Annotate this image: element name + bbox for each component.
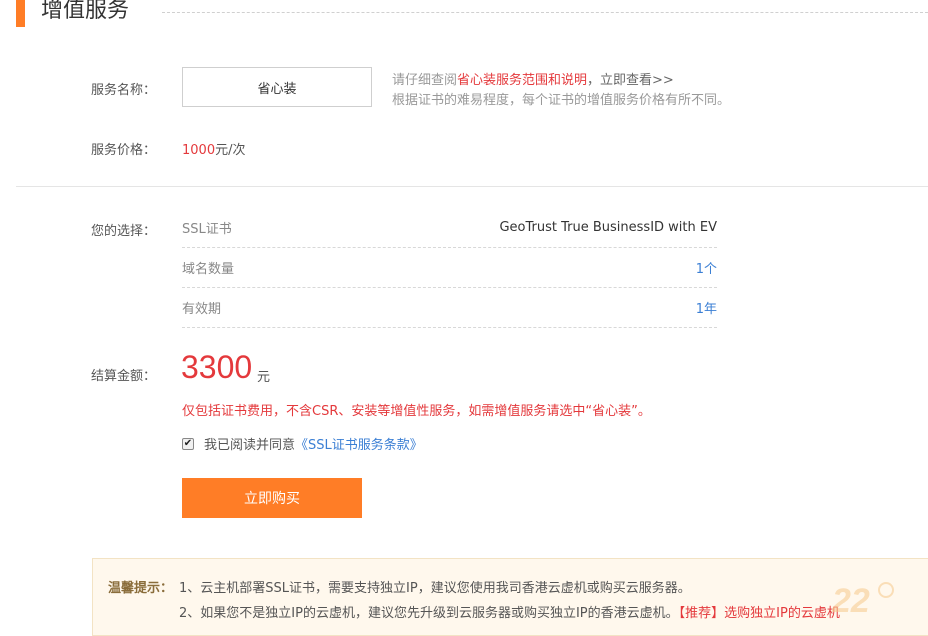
total-label: 结算金额： bbox=[91, 369, 157, 384]
price-warning: 仅包括证书费用，不含CSR、安装等增值性服务，如需增值服务请选中“省心装”。 bbox=[182, 404, 651, 419]
service-scope-link[interactable]: 省心装服务范围和说明 bbox=[457, 73, 587, 88]
selection-value: GeoTrust True BusinessID with EV bbox=[499, 220, 717, 235]
service-name-label: 服务名称： bbox=[91, 83, 157, 98]
selection-key: SSL证书 bbox=[182, 222, 232, 237]
selection-row: SSL证书 GeoTrust True BusinessID with EV bbox=[182, 208, 717, 248]
tips-box: 温馨提示： 1、云主机部署SSL证书，需要支持独立IP，建议您使用我司香港云虚机… bbox=[92, 558, 928, 636]
section-accent-bar bbox=[16, 0, 25, 27]
agreement-text: 我已阅读并同意 bbox=[204, 438, 296, 453]
section-divider bbox=[162, 12, 928, 13]
service-info-prefix: 请仔细查阅 bbox=[392, 73, 458, 88]
selection-key: 域名数量 bbox=[182, 262, 235, 277]
buy-now-button[interactable]: 立即购买 bbox=[182, 478, 362, 518]
service-price-unit: 元/次 bbox=[215, 143, 246, 158]
agreement-checkbox[interactable]: ✔ bbox=[182, 437, 194, 450]
recommend-tag: 【推荐】 bbox=[678, 606, 725, 621]
section-header: 增值服务 bbox=[16, 0, 928, 28]
section-divider-line bbox=[16, 186, 928, 187]
selection-value: 1个 bbox=[695, 262, 717, 277]
selection-value: 1年 bbox=[695, 302, 717, 317]
selection-key: 有效期 bbox=[182, 302, 222, 317]
selection-table: SSL证书 GeoTrust True BusinessID with EV 域… bbox=[182, 208, 717, 328]
agreement-row: ✔ 我已阅读并同意 《SSL证书服务条款》 bbox=[182, 434, 423, 453]
service-info-line-1: 请仔细查阅省心装服务范围和说明，立即查看>> bbox=[392, 69, 674, 88]
tip-line-2-text: 2、如果您不是独立IP的云虚机，建议您先升级到云服务器或购买独立IP的香港云虚机… bbox=[179, 606, 679, 621]
total-unit: 元 bbox=[257, 370, 271, 385]
checkbox-checked-icon: ✔ bbox=[183, 437, 193, 449]
terms-link[interactable]: 《SSL证书服务条款》 bbox=[295, 434, 423, 453]
service-option-button[interactable]: 省心装 bbox=[182, 67, 372, 107]
selection-row: 域名数量 1个 bbox=[182, 248, 717, 288]
service-info-line-2: 根据证书的难易程度，每个证书的增值服务价格有所不同。 bbox=[392, 93, 731, 108]
section-title: 增值服务 bbox=[41, 0, 130, 23]
service-price: 1000元/次 bbox=[182, 139, 245, 158]
selection-row: 有效期 1年 bbox=[182, 288, 717, 328]
watermark-logo-icon: 22 bbox=[831, 582, 894, 620]
tips-title: 温馨提示： bbox=[108, 581, 174, 596]
tip-line-1: 1、云主机部署SSL证书，需要支持独立IP，建议您使用我司香港云虚机或购买云服务… bbox=[179, 581, 691, 596]
watermark-text: 22 bbox=[831, 582, 870, 620]
selection-label: 您的选择： bbox=[91, 224, 157, 239]
tip-line-2: 2、如果您不是独立IP的云虚机，建议您先升级到云服务器或购买独立IP的香港云虚机… bbox=[179, 602, 840, 621]
recommend-link[interactable]: 选购独立IP的云虚机 bbox=[724, 606, 840, 621]
view-now-link[interactable]: ，立即查看>> bbox=[587, 73, 674, 88]
service-price-label: 服务价格： bbox=[91, 143, 157, 158]
total-amount: 3300 bbox=[181, 349, 253, 385]
service-price-amount: 1000 bbox=[182, 143, 216, 158]
